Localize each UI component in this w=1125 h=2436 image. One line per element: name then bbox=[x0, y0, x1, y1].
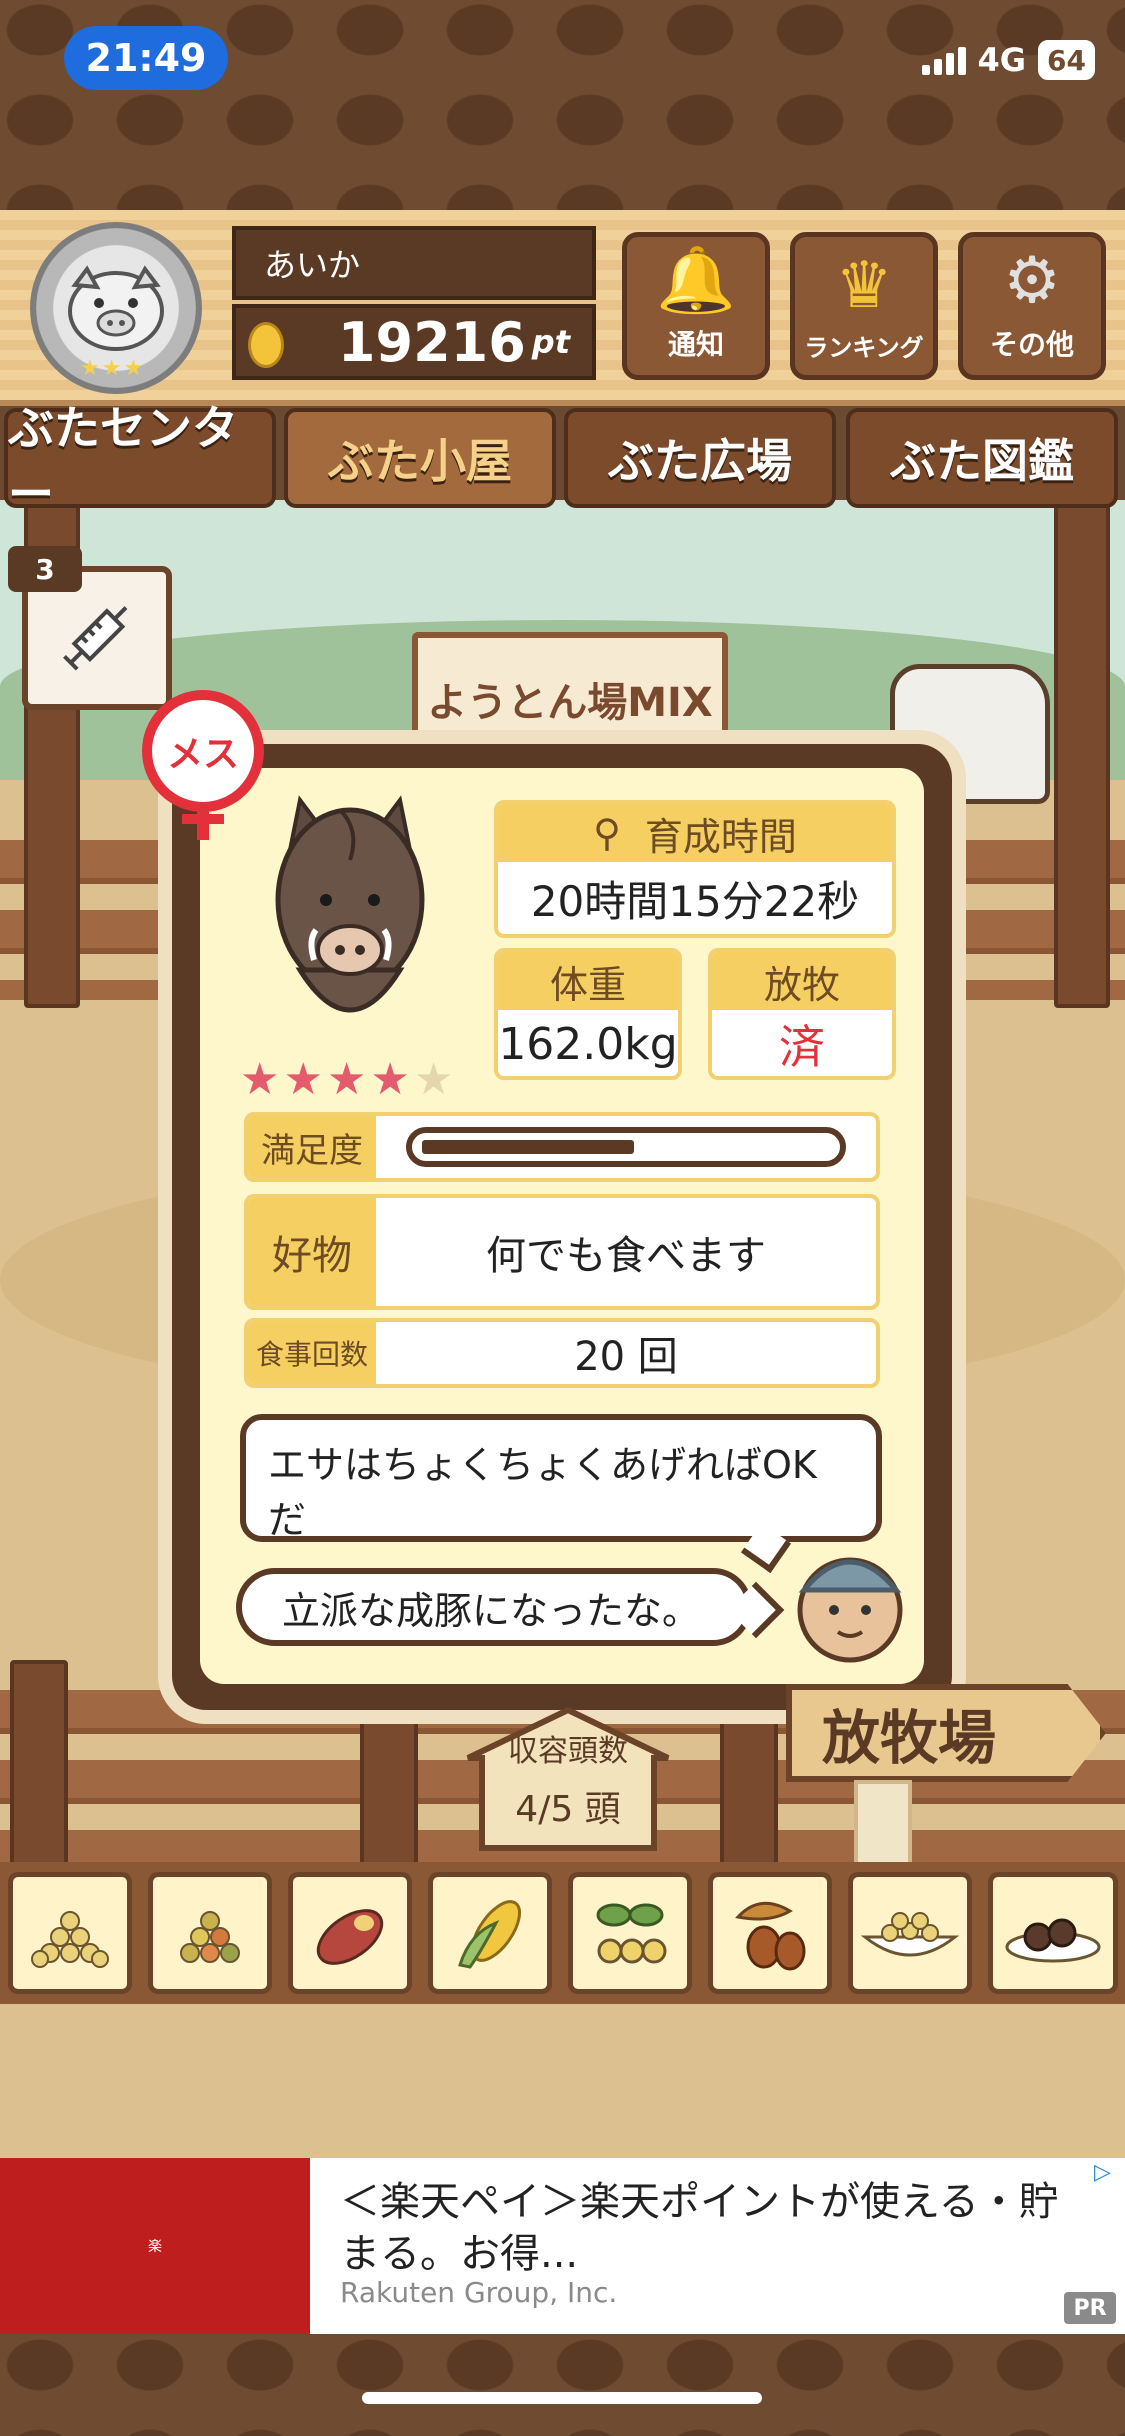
fence-post bbox=[10, 1660, 68, 1878]
growth-time-label: 育成時間 bbox=[644, 814, 797, 859]
grazing-panel: 放牧 済 bbox=[708, 948, 896, 1080]
female-icon: メス bbox=[142, 690, 264, 812]
ranking-button[interactable]: ♛ ランキング bbox=[790, 232, 938, 380]
points-value: 19216 bbox=[337, 310, 526, 374]
points-unit: pt bbox=[531, 323, 570, 361]
corn-icon bbox=[458, 1900, 521, 1969]
food-slot-meatball[interactable] bbox=[988, 1872, 1118, 1994]
signal-icon bbox=[921, 45, 966, 75]
ad-logo: 楽 bbox=[148, 2239, 162, 2255]
pig-face-icon bbox=[68, 265, 164, 351]
weight-label: 体重 bbox=[498, 952, 678, 1010]
home-indicator[interactable] bbox=[362, 2392, 762, 2404]
other-button[interactable]: ⚙ その他 bbox=[958, 232, 1106, 380]
mixed-grain-icon bbox=[180, 1911, 240, 1963]
satisfaction-row: 満足度 bbox=[244, 1112, 880, 1182]
star-filled-icon: ★ bbox=[370, 1054, 414, 1105]
ad-image[interactable]: 楽 bbox=[0, 2158, 310, 2334]
rank-stars-icon: ★★★ bbox=[80, 356, 146, 381]
meatball-plate-icon bbox=[1005, 1918, 1101, 1963]
crown-icon: ♛ bbox=[835, 249, 893, 323]
tab-buta-plaza[interactable]: ぶた広場 bbox=[564, 408, 836, 508]
syringe-icon bbox=[63, 606, 128, 671]
weight-panel: 体重 162.0kg bbox=[494, 948, 682, 1080]
bell-icon: 🔔 bbox=[656, 244, 736, 318]
satisfaction-meter bbox=[406, 1127, 846, 1167]
ad-title[interactable]: ＜楽天ペイ＞楽天ポイントが使える・貯まる。お得... bbox=[340, 2176, 1060, 2280]
satisfaction-fill bbox=[422, 1140, 634, 1154]
network-type: 4G bbox=[977, 41, 1027, 79]
farmer-icon bbox=[797, 1557, 903, 1663]
growth-time-panel: ⚲ 育成時間 20時間15分22秒 bbox=[494, 800, 896, 938]
other-label: その他 bbox=[989, 328, 1074, 361]
star-filled-icon: ★ bbox=[240, 1054, 284, 1105]
points-display: 19216 pt bbox=[232, 304, 596, 380]
gender-label: メス bbox=[166, 734, 239, 775]
capacity-value: 4/5 頭 bbox=[515, 1789, 621, 1830]
status-time: 21:49 bbox=[64, 26, 228, 90]
wild-boar-image bbox=[275, 795, 425, 1013]
growth-time-header: ⚲ 育成時間 bbox=[498, 804, 892, 862]
bowl-feed-icon bbox=[860, 1912, 960, 1957]
tab-buta-encyclopedia[interactable]: ぶた図鑑 bbox=[846, 408, 1118, 508]
grain-pile-icon bbox=[31, 1911, 109, 1968]
meal-count-row: 食事回数 20 回 bbox=[244, 1318, 880, 1388]
comment-speech-bubble: 立派な成豚になったな。 bbox=[236, 1568, 752, 1646]
star-filled-icon: ★ bbox=[326, 1054, 371, 1105]
grazing-label: 放牧 bbox=[712, 952, 892, 1010]
food-slot-corn[interactable] bbox=[428, 1872, 552, 1994]
player-name: あいか bbox=[232, 226, 596, 300]
food-slot-grain[interactable] bbox=[8, 1872, 132, 1994]
favorite-food-row: 好物 何でも食べます bbox=[244, 1194, 880, 1310]
tab-buta-center[interactable]: ぶたセンター bbox=[4, 401, 276, 521]
soybean-icon bbox=[596, 1903, 667, 1964]
acorn-icon bbox=[735, 1901, 806, 1971]
star-rating: ★★★★★ bbox=[240, 1054, 457, 1105]
gender-badge: メス bbox=[142, 690, 272, 840]
grazing-value: 済 bbox=[779, 1020, 825, 1074]
food-slot-soybean[interactable] bbox=[568, 1872, 692, 1994]
food-slot-mixed-grain[interactable] bbox=[148, 1872, 272, 1994]
sweet-potato-icon bbox=[316, 1909, 384, 1965]
notification-label: 通知 bbox=[667, 328, 724, 361]
food-slot-bowl-feed[interactable] bbox=[848, 1872, 972, 1994]
meals-label: 食事回数 bbox=[248, 1322, 376, 1384]
star-filled-icon: ★ bbox=[283, 1054, 327, 1105]
food-slot-acorn[interactable] bbox=[708, 1872, 832, 1994]
growth-time-value: 20時間15分22秒 bbox=[530, 876, 860, 926]
gear-icon: ⚙ bbox=[1003, 244, 1061, 318]
timer-icon: ⚲ bbox=[593, 811, 621, 855]
ad-choices-icon[interactable]: ▷ bbox=[1094, 2160, 1118, 2185]
tab-buta-hut[interactable]: ぶた小屋 bbox=[284, 408, 556, 508]
food-slot-sweet-potato[interactable] bbox=[288, 1872, 412, 1994]
coin-icon bbox=[248, 322, 284, 368]
favorite-value: 何でも食べます bbox=[486, 1233, 766, 1279]
capacity-label: 収容頭数 bbox=[508, 1734, 628, 1769]
ranch-sign-button[interactable]: 放牧場 bbox=[786, 1684, 1106, 1782]
tip-speech-bubble: エサはちょくちょくあげればOKだ bbox=[240, 1414, 882, 1542]
ad-source: Rakuten Group, Inc. bbox=[340, 2276, 618, 2309]
satisfaction-label: 満足度 bbox=[248, 1116, 376, 1178]
favorite-label: 好物 bbox=[248, 1198, 376, 1306]
fence-post bbox=[1054, 500, 1110, 1008]
status-indicators: 4G 64 bbox=[921, 40, 1095, 80]
ad-pr-badge: PR bbox=[1064, 2292, 1116, 2324]
syringe-count: 3 bbox=[8, 546, 82, 592]
bottom-pattern-background bbox=[0, 2335, 1125, 2436]
star-empty-icon: ★ bbox=[413, 1054, 458, 1105]
notification-button[interactable]: 🔔 通知 bbox=[622, 232, 770, 380]
ranking-label: ランキング bbox=[804, 334, 924, 362]
meals-value: 20 回 bbox=[574, 1334, 678, 1380]
battery-icon: 64 bbox=[1038, 40, 1095, 80]
weight-value: 162.0kg bbox=[498, 1018, 678, 1070]
